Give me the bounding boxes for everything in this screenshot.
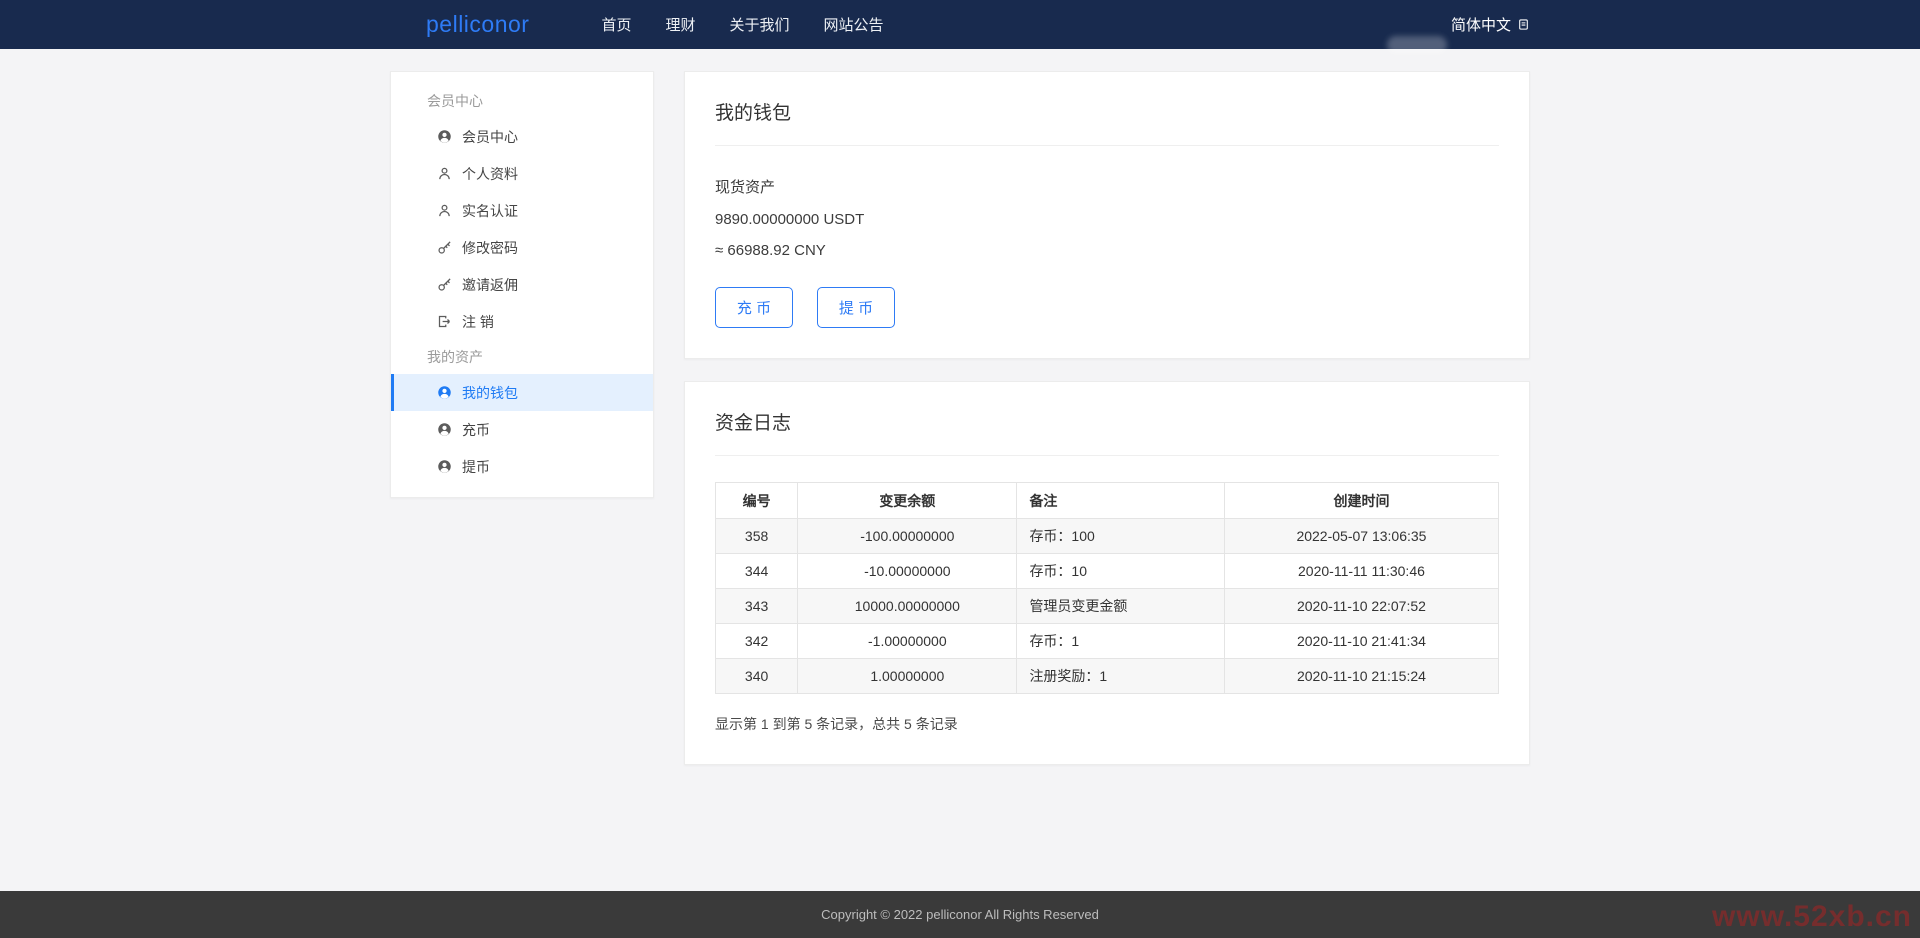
page-body: 会员中心 会员中心 个人资料 实名认证 修改密码 邀请返佣 注 销 我的资产	[390, 71, 1530, 765]
nav-item-home[interactable]: 首页	[601, 14, 631, 35]
cell-memo: 存币：10	[1017, 554, 1224, 589]
user-icon	[437, 203, 452, 218]
sidebar-item-logout[interactable]: 注 销	[391, 303, 653, 340]
sidebar-item-label: 个人资料	[462, 164, 518, 184]
sidebar-item-change-password[interactable]: 修改密码	[391, 229, 653, 266]
sidebar-item-label: 会员中心	[462, 127, 518, 147]
user-circle-icon	[437, 459, 452, 474]
usdt-balance: 9890.00000000 USDT	[715, 211, 1499, 228]
table-header-row: 编号 变更余额 备注 创建时间	[716, 483, 1499, 519]
content-column: 我的钱包 现货资产 9890.00000000 USDT ≈ 66988.92 …	[684, 71, 1530, 765]
sidebar-item-label: 修改密码	[462, 238, 518, 258]
sidebar-item-profile[interactable]: 个人资料	[391, 155, 653, 192]
main-nav: 首页 理财 关于我们 网站公告	[601, 14, 883, 35]
language-label: 简体中文	[1451, 14, 1511, 35]
top-navbar: pelliconor 首页 理财 关于我们 网站公告 简体中文	[0, 0, 1920, 49]
sidebar-section-my-assets: 我的资产	[391, 340, 653, 374]
sidebar-item-withdraw[interactable]: 提币	[391, 448, 653, 485]
sidebar-item-deposit[interactable]: 充币	[391, 411, 653, 448]
language-selector[interactable]: 简体中文	[1451, 14, 1530, 35]
user-circle-icon	[437, 385, 452, 400]
user-circle-icon	[437, 422, 452, 437]
table-row: 342 -1.00000000 存币：1 2020-11-10 21:41:34	[716, 624, 1499, 659]
sidebar-item-label: 充币	[462, 420, 490, 440]
cell-memo: 注册奖励：1	[1017, 659, 1224, 694]
sidebar-item-label: 邀请返佣	[462, 275, 518, 295]
wallet-card: 我的钱包 现货资产 9890.00000000 USDT ≈ 66988.92 …	[684, 71, 1530, 359]
cell-change: -100.00000000	[798, 519, 1017, 554]
column-header-id: 编号	[716, 483, 798, 519]
pagination-summary: 显示第 1 到第 5 条记录，总共 5 条记录	[715, 714, 1499, 734]
withdraw-button[interactable]: 提 币	[817, 287, 895, 328]
cny-equivalent: ≈ 66988.92 CNY	[715, 242, 1499, 259]
language-page-icon	[1517, 18, 1530, 31]
key-icon	[437, 240, 452, 255]
cell-change: -1.00000000	[798, 624, 1017, 659]
column-header-created: 创建时间	[1224, 483, 1498, 519]
cell-created: 2020-11-10 21:15:24	[1224, 659, 1498, 694]
cell-memo: 管理员变更金额	[1017, 589, 1224, 624]
deposit-button[interactable]: 充 币	[715, 287, 793, 328]
user-circle-icon	[437, 129, 452, 144]
cell-id: 358	[716, 519, 798, 554]
sidebar-item-referral[interactable]: 邀请返佣	[391, 266, 653, 303]
sidebar-item-label: 我的钱包	[462, 383, 518, 403]
sidebar-item-my-wallet[interactable]: 我的钱包	[391, 374, 653, 411]
spot-asset-label: 现货资产	[715, 176, 1499, 197]
nav-item-finance[interactable]: 理财	[665, 14, 695, 35]
cell-created: 2020-11-10 21:41:34	[1224, 624, 1498, 659]
funds-log-table: 编号 变更余额 备注 创建时间 358 -100.00000000 存币：100…	[715, 482, 1499, 694]
watermark-text: www.52xb.cn	[1712, 900, 1912, 934]
sidebar-item-label: 实名认证	[462, 201, 518, 221]
copyright-text: Copyright © 2022 pelliconor All Rights R…	[821, 907, 1099, 922]
navbar-container: pelliconor 首页 理财 关于我们 网站公告 简体中文	[390, 0, 1530, 49]
column-header-memo: 备注	[1017, 483, 1224, 519]
cell-change: 10000.00000000	[798, 589, 1017, 624]
table-row: 343 10000.00000000 管理员变更金额 2020-11-10 22…	[716, 589, 1499, 624]
page-footer: Copyright © 2022 pelliconor All Rights R…	[0, 891, 1920, 938]
sign-out-icon	[437, 314, 452, 329]
cell-memo: 存币：100	[1017, 519, 1224, 554]
cell-created: 2020-11-11 11:30:46	[1224, 554, 1498, 589]
cell-change: 1.00000000	[798, 659, 1017, 694]
sidebar-item-kyc[interactable]: 实名认证	[391, 192, 653, 229]
key-icon	[437, 277, 452, 292]
sidebar-item-label: 注 销	[462, 312, 494, 332]
sidebar: 会员中心 会员中心 个人资料 实名认证 修改密码 邀请返佣 注 销 我的资产	[390, 71, 654, 498]
sidebar-item-label: 提币	[462, 457, 490, 477]
sidebar-section-member-center: 会员中心	[391, 84, 653, 118]
cell-memo: 存币：1	[1017, 624, 1224, 659]
brand-logo[interactable]: pelliconor	[426, 11, 529, 38]
table-row: 358 -100.00000000 存币：100 2022-05-07 13:0…	[716, 519, 1499, 554]
cell-change: -10.00000000	[798, 554, 1017, 589]
table-row: 344 -10.00000000 存币：10 2020-11-11 11:30:…	[716, 554, 1499, 589]
nav-item-about[interactable]: 关于我们	[729, 14, 789, 35]
wallet-actions: 充 币 提 币	[715, 287, 1499, 328]
wallet-card-title: 我的钱包	[715, 98, 1499, 146]
table-row: 340 1.00000000 注册奖励：1 2020-11-10 21:15:2…	[716, 659, 1499, 694]
funds-log-card: 资金日志 编号 变更余额 备注 创建时间 358 -100.00000000 存…	[684, 381, 1530, 765]
cell-created: 2022-05-07 13:06:35	[1224, 519, 1498, 554]
user-icon	[437, 166, 452, 181]
cell-created: 2020-11-10 22:07:52	[1224, 589, 1498, 624]
funds-log-title: 资金日志	[715, 408, 1499, 456]
cell-id: 344	[716, 554, 798, 589]
cell-id: 343	[716, 589, 798, 624]
nav-item-announcements[interactable]: 网站公告	[824, 14, 884, 35]
cell-id: 342	[716, 624, 798, 659]
column-header-change: 变更余额	[798, 483, 1017, 519]
sidebar-item-member-center[interactable]: 会员中心	[391, 118, 653, 155]
cell-id: 340	[716, 659, 798, 694]
